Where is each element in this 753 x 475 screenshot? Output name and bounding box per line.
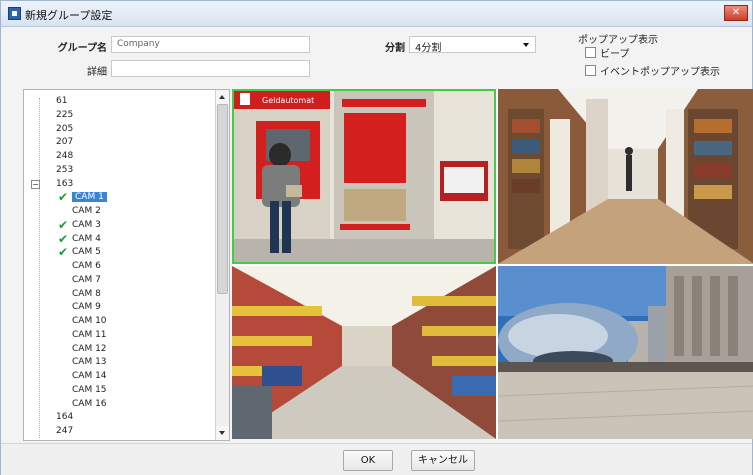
camera-view-2[interactable] (498, 89, 753, 264)
tree-item-label: CAM 12 (72, 343, 107, 354)
tree-item-camera[interactable]: CAM 1 (72, 190, 107, 204)
group-name-label: グループ名 (57, 43, 107, 54)
tree-item-camera[interactable]: CAM 6 (72, 259, 101, 273)
tree-item-label: CAM 4 (72, 233, 101, 244)
camera-view-4[interactable] (498, 266, 753, 439)
close-icon[interactable]: ✕ (724, 5, 748, 21)
tree-item-device[interactable]: 247 (56, 424, 73, 438)
scroll-down-icon[interactable] (216, 426, 229, 440)
popup-group-title: ポップアップ表示 (578, 35, 658, 46)
supermarket-scene-image (232, 266, 496, 439)
library-scene-image (498, 89, 753, 264)
tree-item-camera[interactable]: CAM 7 (72, 273, 101, 287)
tree-item-camera[interactable]: CAM 3 (72, 218, 101, 232)
tree-item-label: 205 (56, 123, 74, 134)
tree-item-label: CAM 16 (72, 398, 107, 409)
split-select-value: 4分割 (415, 43, 442, 54)
window-title: 新規グループ設定 (25, 9, 113, 22)
city-plaza-scene-image (498, 266, 753, 439)
tree-item-label: 225 (56, 109, 74, 120)
ok-button[interactable]: OK (343, 450, 393, 471)
tree-item-camera[interactable]: CAM 13 (72, 355, 107, 369)
scroll-up-icon[interactable] (216, 90, 229, 104)
tree-item-label: CAM 14 (72, 371, 107, 381)
event-popup-label: イベントポップアップ表示 (600, 67, 720, 78)
checkmark-icon: ✔ (58, 245, 69, 260)
beep-option[interactable]: ビープ (585, 46, 630, 60)
split-label: 分割 (385, 43, 405, 54)
tree-item-device[interactable]: 248 (56, 149, 73, 163)
tree-item-camera[interactable]: CAM 9 (72, 300, 101, 314)
tree-item-label: 253 (56, 164, 74, 175)
event-popup-option[interactable]: イベントポップアップ表示 (585, 64, 720, 78)
split-select[interactable]: 4分割 (409, 36, 536, 54)
dialog-footer: OK キャンセル (1, 443, 752, 475)
atm-sign-text: Geldautomat (262, 96, 314, 105)
camera-view-grid: Geldautomat (232, 89, 753, 439)
tree-item-label: CAM 7 (72, 274, 101, 285)
tree-item-device[interactable]: 164 (56, 410, 73, 424)
tree-item-device[interactable]: 205 (56, 122, 73, 136)
tree-scrollbar[interactable] (215, 90, 229, 440)
checkmark-icon: ✔ (58, 217, 69, 232)
tree-item-camera[interactable]: CAM 10 (72, 314, 107, 328)
cancel-button[interactable]: キャンセル (411, 450, 475, 471)
camera-view-1[interactable]: Geldautomat (232, 89, 496, 264)
detail-field[interactable] (111, 60, 310, 77)
tree-guide-line (39, 98, 40, 438)
collapse-icon[interactable]: − (31, 179, 40, 189)
checkmark-icon: ✔ (58, 190, 69, 205)
checkmark-icon: ✔ (58, 231, 69, 246)
app-icon (8, 7, 21, 20)
tree-item-label: CAM 15 (72, 384, 107, 395)
tree-item-label: 164 (56, 412, 74, 423)
tree-item-label: 207 (56, 137, 74, 148)
tree-item-label: CAM 1 (72, 192, 107, 203)
tree-item-label: 248 (56, 151, 74, 161)
tree-item-label: CAM 13 (72, 357, 107, 368)
tree-item-camera[interactable]: CAM 12 (72, 342, 107, 356)
tree-item-label: CAM 2 (72, 206, 101, 216)
tree-item-label: 61 (56, 96, 68, 106)
event-popup-checkbox[interactable] (585, 65, 596, 76)
beep-label: ビープ (600, 49, 630, 60)
tree-item-label: 163 (56, 178, 74, 189)
tree-item-device[interactable]: 61 (56, 94, 67, 108)
tree-item-label: 247 (56, 426, 74, 436)
tree-item-camera[interactable]: CAM 11 (72, 328, 107, 342)
tree-item-camera[interactable]: CAM 8 (72, 287, 101, 301)
tree-item-device[interactable]: 225 (56, 108, 73, 122)
tree-item-label: CAM 3 (72, 219, 101, 230)
tree-item-label: CAM 8 (72, 288, 101, 299)
tree-item-device[interactable]: 163 (56, 177, 73, 191)
tree-item-device[interactable]: 207 (56, 135, 73, 149)
tree-item-label: CAM 10 (72, 316, 107, 326)
camera-view-3[interactable] (232, 266, 496, 439)
tree-item-label: CAM 9 (72, 302, 101, 313)
tree-item-camera[interactable]: CAM 2 (72, 204, 101, 218)
scroll-thumb[interactable] (217, 104, 228, 294)
tree-item-camera[interactable]: CAM 15 (72, 383, 107, 397)
tree-item-camera[interactable]: CAM 4 (72, 232, 101, 246)
tree-item-label: CAM 11 (72, 329, 107, 340)
tree-item-label: CAM 6 (72, 261, 101, 271)
title-bar: 新規グループ設定 ✕ (1, 1, 752, 27)
tree-item-camera[interactable]: CAM 14 (72, 369, 107, 383)
chevron-down-icon (523, 43, 529, 47)
tree-item-label: CAM 5 (72, 247, 101, 258)
device-tree: 61 225 205 207 248 253−163 ✔ CAM 1 CAM 2 ✔ CAM 3 ✔ C… (23, 89, 230, 441)
group-settings-dialog: 新規グループ設定 ✕ グループ名 Company 詳細 分割 4分割 ポップアッ… (0, 0, 753, 475)
group-name-field[interactable]: Company (111, 36, 310, 53)
tree-item-camera[interactable]: CAM 5 (72, 245, 101, 259)
tree-item-device[interactable]: 253 (56, 163, 73, 177)
atm-scene-image: Geldautomat (232, 89, 496, 264)
detail-label: 詳細 (87, 67, 107, 78)
tree-item-camera[interactable]: CAM 16 (72, 397, 107, 411)
beep-checkbox[interactable] (585, 47, 596, 58)
